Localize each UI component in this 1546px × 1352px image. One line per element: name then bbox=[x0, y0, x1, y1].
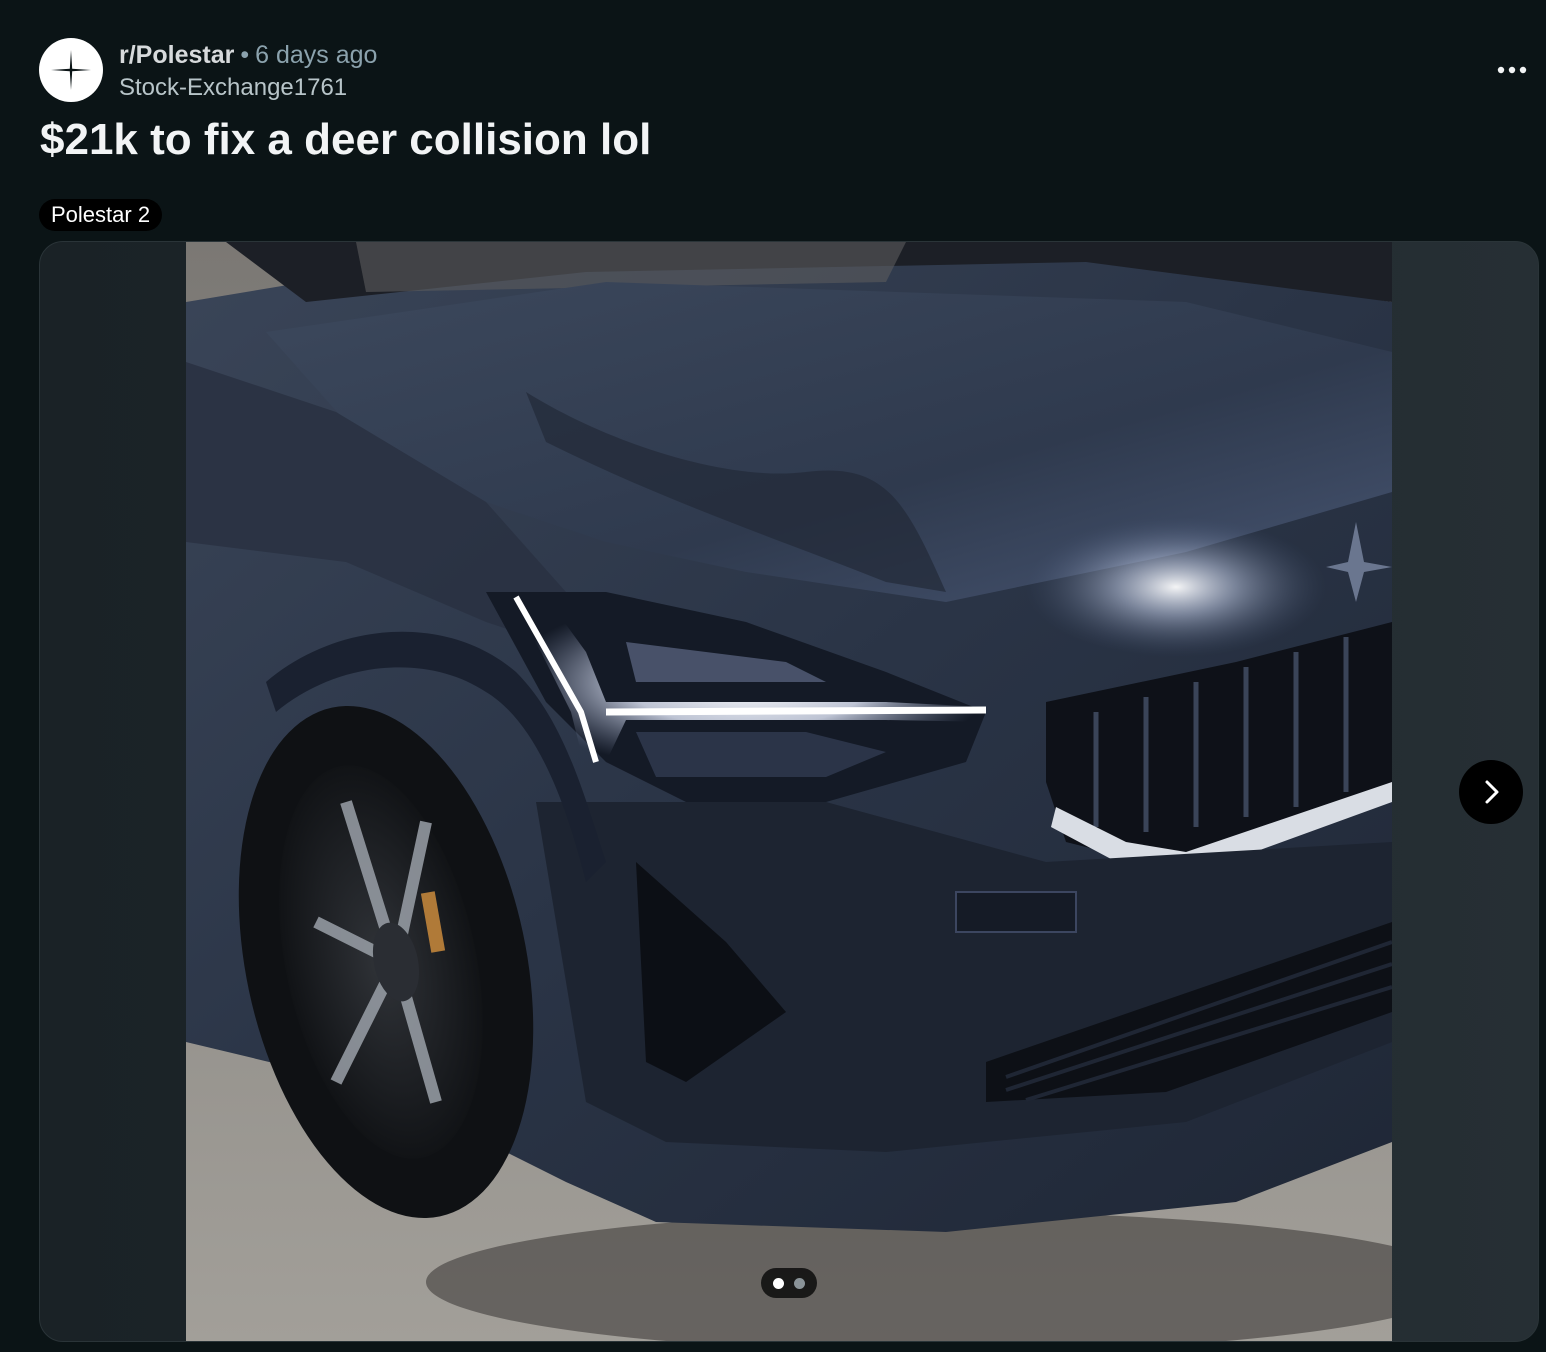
post-timestamp: 6 days ago bbox=[255, 41, 378, 69]
chevron-right-icon bbox=[1485, 780, 1499, 804]
polestar-logo-icon bbox=[51, 50, 91, 90]
pagination-dot-active[interactable] bbox=[773, 1277, 784, 1289]
subreddit-link[interactable]: r/Polestar bbox=[119, 41, 234, 69]
car-photo-illustration bbox=[186, 242, 1392, 1341]
more-options-icon bbox=[1497, 66, 1527, 74]
pagination-dot[interactable] bbox=[794, 1277, 805, 1289]
post-meta-line: r/Polestar • 6 days ago bbox=[119, 40, 377, 70]
post-title[interactable]: $21k to fix a deer collision lol bbox=[40, 112, 651, 168]
author-link[interactable]: Stock-Exchange1761 bbox=[119, 73, 377, 103]
post-image[interactable] bbox=[186, 242, 1392, 1341]
more-options-button[interactable] bbox=[1488, 52, 1536, 88]
post-flair[interactable]: Polestar 2 bbox=[39, 199, 163, 231]
subreddit-avatar[interactable] bbox=[39, 38, 103, 102]
post-meta: r/Polestar • 6 days ago Stock-Exchange1761 bbox=[119, 40, 377, 103]
meta-separator: • bbox=[240, 41, 250, 69]
gallery-pagination bbox=[761, 1268, 817, 1298]
reddit-post: r/Polestar • 6 days ago Stock-Exchange1761… bbox=[0, 0, 1546, 1352]
next-image-button[interactable] bbox=[1459, 760, 1523, 824]
image-gallery[interactable] bbox=[39, 241, 1539, 1342]
